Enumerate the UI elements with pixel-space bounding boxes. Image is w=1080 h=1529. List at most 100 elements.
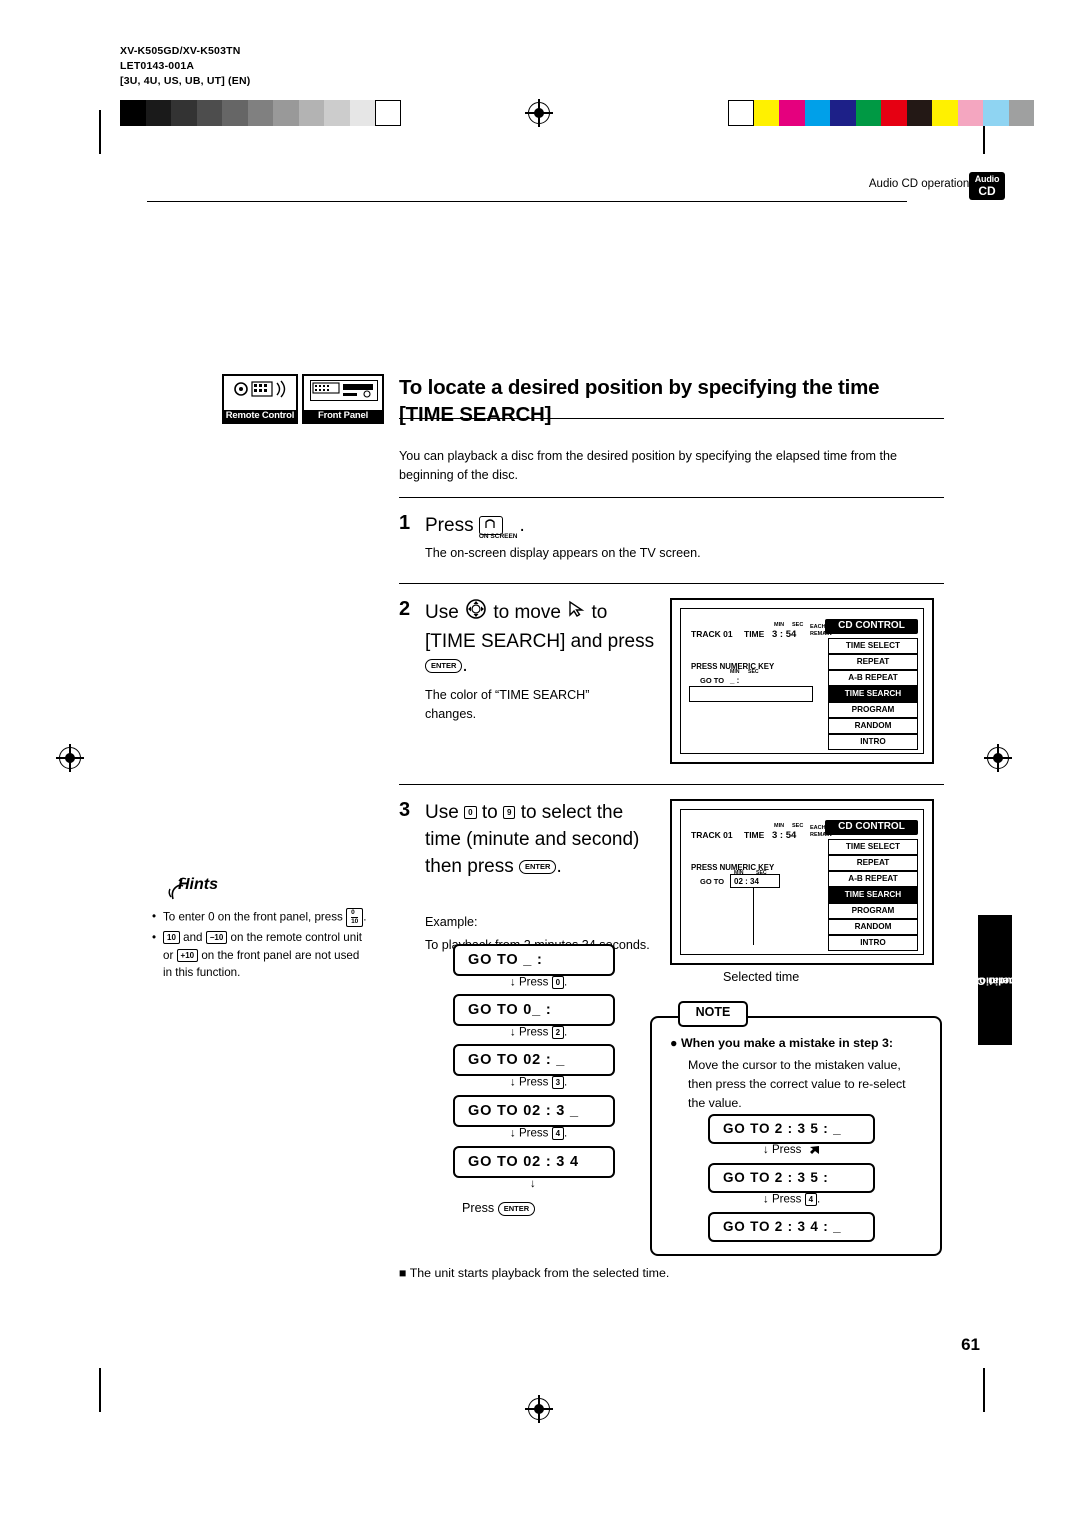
note-heading: ● When you make a mistake in step 3: xyxy=(670,1036,894,1050)
side-tab: Audio CD operations xyxy=(967,915,1023,1045)
registration-mark-bottom xyxy=(525,1395,553,1423)
hint-item-1: To enter 0 on the front panel, press 0 1… xyxy=(152,908,370,927)
tv1-goto-sec: SEC xyxy=(748,669,759,675)
note-body: Move the cursor to the mistaken value, t… xyxy=(688,1058,906,1110)
registration-mark-right xyxy=(984,744,1012,772)
tv2-sec-label: SEC xyxy=(792,823,804,829)
tv2-min-label: MIN xyxy=(774,823,785,829)
tv2-menu-program: PROGRAM xyxy=(828,903,918,919)
note-goto-box-3: GO TO 2 : 3 4 : _ xyxy=(708,1212,875,1242)
tv2-track: TRACK 01 xyxy=(691,830,733,840)
goto-numkey-2: 2 xyxy=(551,1026,565,1039)
step1-subtext: The on-screen display appears on the TV … xyxy=(425,546,701,560)
note-press-1: Press xyxy=(771,1144,802,1157)
tv2-goto-label: GO TO xyxy=(700,877,725,886)
tv2-goto-value: 02 : 34 xyxy=(734,877,759,886)
crop-mark-br-v xyxy=(983,1368,985,1412)
on-screen-key-label: ON SCREEN xyxy=(478,533,518,540)
goto-press-1: Press xyxy=(518,976,549,989)
cursor-left-icon xyxy=(805,1144,822,1156)
goto-box-1: GO TO _ : xyxy=(453,944,615,976)
goto-final-press: Press ENTER xyxy=(462,1199,536,1218)
tv1-goto-field xyxy=(689,686,813,702)
cursor-pad-icon xyxy=(464,598,488,628)
step3-line3: then press ENTER. xyxy=(425,853,665,880)
goto-arrow-5: ↓ xyxy=(530,1178,536,1190)
key-0-bottom: 10 xyxy=(351,917,359,925)
tv1-menu-time-select: TIME SELECT xyxy=(828,638,918,654)
goto-numkey-3: 3 xyxy=(551,1076,565,1089)
tv-screen-2: TRACK 01 TIME MIN SEC 3 : 54 EACH REMAIN… xyxy=(670,799,934,965)
enter-key-icon-final: ENTER xyxy=(497,1201,536,1216)
intro-paragraph: You can playback a disc from the desired… xyxy=(399,449,897,482)
tv1-cd-control-header: CD CONTROL xyxy=(825,619,918,634)
tv2-menu-intro: INTRO xyxy=(828,935,918,951)
tv2-menu-time-select: TIME SELECT xyxy=(828,839,918,855)
header-rule xyxy=(147,201,907,203)
goto-numkey-4: 4 xyxy=(551,1127,565,1140)
key-minus10-icon: −10 xyxy=(205,931,228,945)
front-panel-icon-label: Front Panel xyxy=(304,410,382,422)
goto-box-2: GO TO 0_ : xyxy=(453,994,615,1026)
remote-control-icon: Remote Control xyxy=(222,374,298,424)
tv1-sec-label: SEC xyxy=(792,622,804,628)
goto-arrow-2: ↓ Press 2. xyxy=(510,1026,568,1039)
tv1-menu-repeat: REPEAT xyxy=(828,654,918,670)
step1-period: . xyxy=(519,515,525,536)
tv1-time-value: 3 : 54 xyxy=(772,629,797,640)
title-rule xyxy=(399,418,944,420)
tv1-min-label: MIN xyxy=(774,622,785,628)
key-0-top: 0 xyxy=(351,909,355,916)
enter-key-icon: ENTER xyxy=(425,658,463,673)
note-numkey-2: 4 xyxy=(804,1193,818,1206)
front-panel-art xyxy=(310,380,378,401)
registration-mark-top xyxy=(525,99,553,127)
grayscale-bar xyxy=(120,100,401,126)
goto-press-4: Press xyxy=(518,1127,549,1140)
step3-rule xyxy=(399,784,944,785)
step2-rule xyxy=(399,583,944,584)
step2-line2: [TIME SEARCH] and press xyxy=(425,628,685,655)
step3-to-label: to xyxy=(481,802,498,823)
step2-period: . xyxy=(462,655,468,676)
running-head: Audio CD operations xyxy=(868,178,975,190)
note-heading-text: When you make a mistake in step 3: xyxy=(680,1036,894,1050)
header-document-code: XV-K505GD/XV-K503TN LET0143-001A [3U, 4U… xyxy=(120,44,250,89)
page-title-line1: To locate a desired position by specifyi… xyxy=(399,376,880,399)
step1-label: Press xyxy=(425,515,474,536)
key-10-icon: 10 xyxy=(163,931,180,945)
step3-period: . xyxy=(556,856,562,877)
step2-subtext: The color of “TIME SEARCH” changes. xyxy=(425,688,590,721)
tv1-goto-value: _ : xyxy=(730,676,740,685)
model-code: XV-K505GD/XV-K503TN xyxy=(120,45,241,57)
crop-mark-bl-v xyxy=(99,1368,101,1412)
crop-mark-tl-v xyxy=(99,110,101,154)
note-arrow-1: ↓ Press xyxy=(763,1144,822,1156)
tv1-goto-label: GO TO xyxy=(700,676,725,685)
hint-item-1-text: To enter 0 on the front panel, press xyxy=(163,910,343,924)
goto-box-5: GO TO 02 : 3 4 xyxy=(453,1146,615,1178)
note-press-2: Press xyxy=(771,1193,802,1206)
tv1-track: TRACK 01 xyxy=(691,629,733,639)
goto-arrow-4: ↓ Press 4. xyxy=(510,1127,568,1140)
step2-timesearch-label: [TIME SEARCH] and press xyxy=(425,631,655,652)
tv2-callout-line xyxy=(753,887,755,945)
step1-number: 1 xyxy=(399,512,411,534)
numeric-key-0-icon: 0 xyxy=(464,806,477,820)
footnote: ■ The unit starts playback from the sele… xyxy=(399,1266,670,1280)
goto-box-4: GO TO 02 : 3 _ xyxy=(453,1095,615,1127)
tv1-menu-ab-repeat: A-B REPEAT xyxy=(828,670,918,686)
tv2-menu-time-search: TIME SEARCH xyxy=(828,887,918,903)
tv2-time-label: TIME xyxy=(744,830,765,840)
goto-numkey-1: 0 xyxy=(551,976,565,989)
tv2-menu-ab-repeat: A-B REPEAT xyxy=(828,871,918,887)
hint-item-2: 10 and −10 on the remote control unit or… xyxy=(152,929,370,982)
note-tag: NOTE xyxy=(678,1001,748,1027)
tv2-menu-repeat: REPEAT xyxy=(828,855,918,871)
step1-rule xyxy=(399,497,944,498)
doc-code: LET0143-001A xyxy=(120,60,195,72)
tv2-callout-label: Selected time xyxy=(723,970,800,984)
badge-cd-text: CD xyxy=(978,184,996,198)
front-panel-icon: Front Panel xyxy=(302,374,384,424)
step2-move-label: to move xyxy=(493,602,561,624)
